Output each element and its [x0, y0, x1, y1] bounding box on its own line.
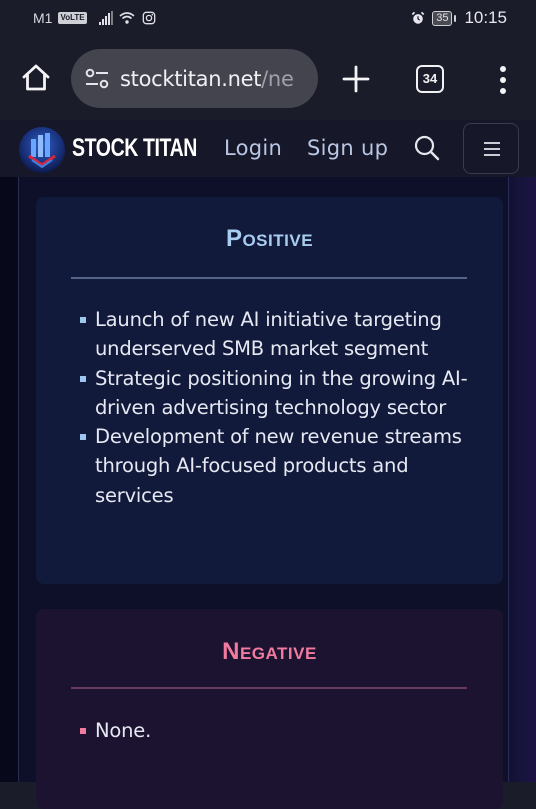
browser-toolbar: stocktitan.net/ne 34	[0, 38, 536, 120]
wifi-icon	[119, 12, 135, 24]
status-right: 35 10:15	[410, 8, 507, 28]
list-item: None.	[78, 716, 478, 745]
address-bar[interactable]: stocktitan.net/ne	[71, 49, 318, 108]
tab-switcher-button[interactable]: 34	[416, 65, 444, 93]
list-item-text: None.	[95, 719, 152, 742]
negative-card: Negative None.	[36, 609, 503, 809]
content-column: Positive Launch of new AI initiative tar…	[18, 177, 509, 809]
carrier-label: M1	[33, 10, 53, 26]
stock-titan-logo[interactable]	[17, 125, 67, 175]
instagram-icon	[142, 11, 155, 25]
new-tab-icon[interactable]	[340, 63, 372, 95]
signal-icon	[98, 10, 113, 25]
list-item-text: Development of new revenue streams throu…	[95, 425, 462, 507]
bullet-icon	[80, 317, 86, 323]
signup-link[interactable]: Sign up	[307, 136, 388, 160]
positive-card: Positive Launch of new AI initiative tar…	[36, 197, 503, 584]
positive-divider	[71, 277, 467, 279]
site-settings-icon[interactable]	[84, 68, 110, 90]
positive-list: Launch of new AI initiative targeting un…	[78, 305, 478, 510]
list-item-text: Launch of new AI initiative targeting un…	[95, 308, 442, 361]
list-item: Launch of new AI initiative targeting un…	[78, 305, 478, 364]
url-path: /ne	[261, 66, 294, 91]
bullet-icon	[80, 728, 86, 734]
bullet-icon	[80, 434, 86, 441]
login-link[interactable]: Login	[224, 136, 282, 160]
menu-button[interactable]	[463, 123, 519, 174]
site-header: STOCK TITAN Login Sign up	[0, 120, 536, 178]
status-left: M1 VoLTE	[33, 10, 157, 26]
volte-badge: VoLTE	[58, 12, 87, 24]
page-content: Positive Launch of new AI initiative tar…	[0, 177, 536, 809]
battery-indicator: 35	[432, 10, 457, 26]
clock: 10:15	[464, 8, 507, 27]
negative-list: None.	[78, 716, 478, 745]
negative-divider	[71, 687, 467, 689]
alarm-icon	[411, 11, 425, 24]
bullet-icon	[80, 375, 86, 382]
hamburger-icon	[484, 142, 500, 156]
negative-title: Negative	[222, 638, 317, 665]
list-item-text: Strategic positioning in the growing AI-…	[95, 366, 468, 419]
more-options-icon[interactable]	[494, 65, 512, 95]
url-text[interactable]: stocktitan.net/ne	[120, 67, 294, 91]
brand-name[interactable]: STOCK TITAN	[72, 134, 197, 163]
url-domain: stocktitan.net	[120, 66, 262, 91]
positive-title: Positive	[225, 225, 314, 252]
search-icon[interactable]	[413, 134, 441, 162]
status-bar: M1 VoLTE 35 10:15	[0, 0, 536, 38]
list-item: Strategic positioning in the growing AI-…	[78, 364, 478, 423]
list-item: Development of new revenue streams throu…	[78, 422, 478, 510]
home-icon[interactable]	[20, 62, 52, 94]
